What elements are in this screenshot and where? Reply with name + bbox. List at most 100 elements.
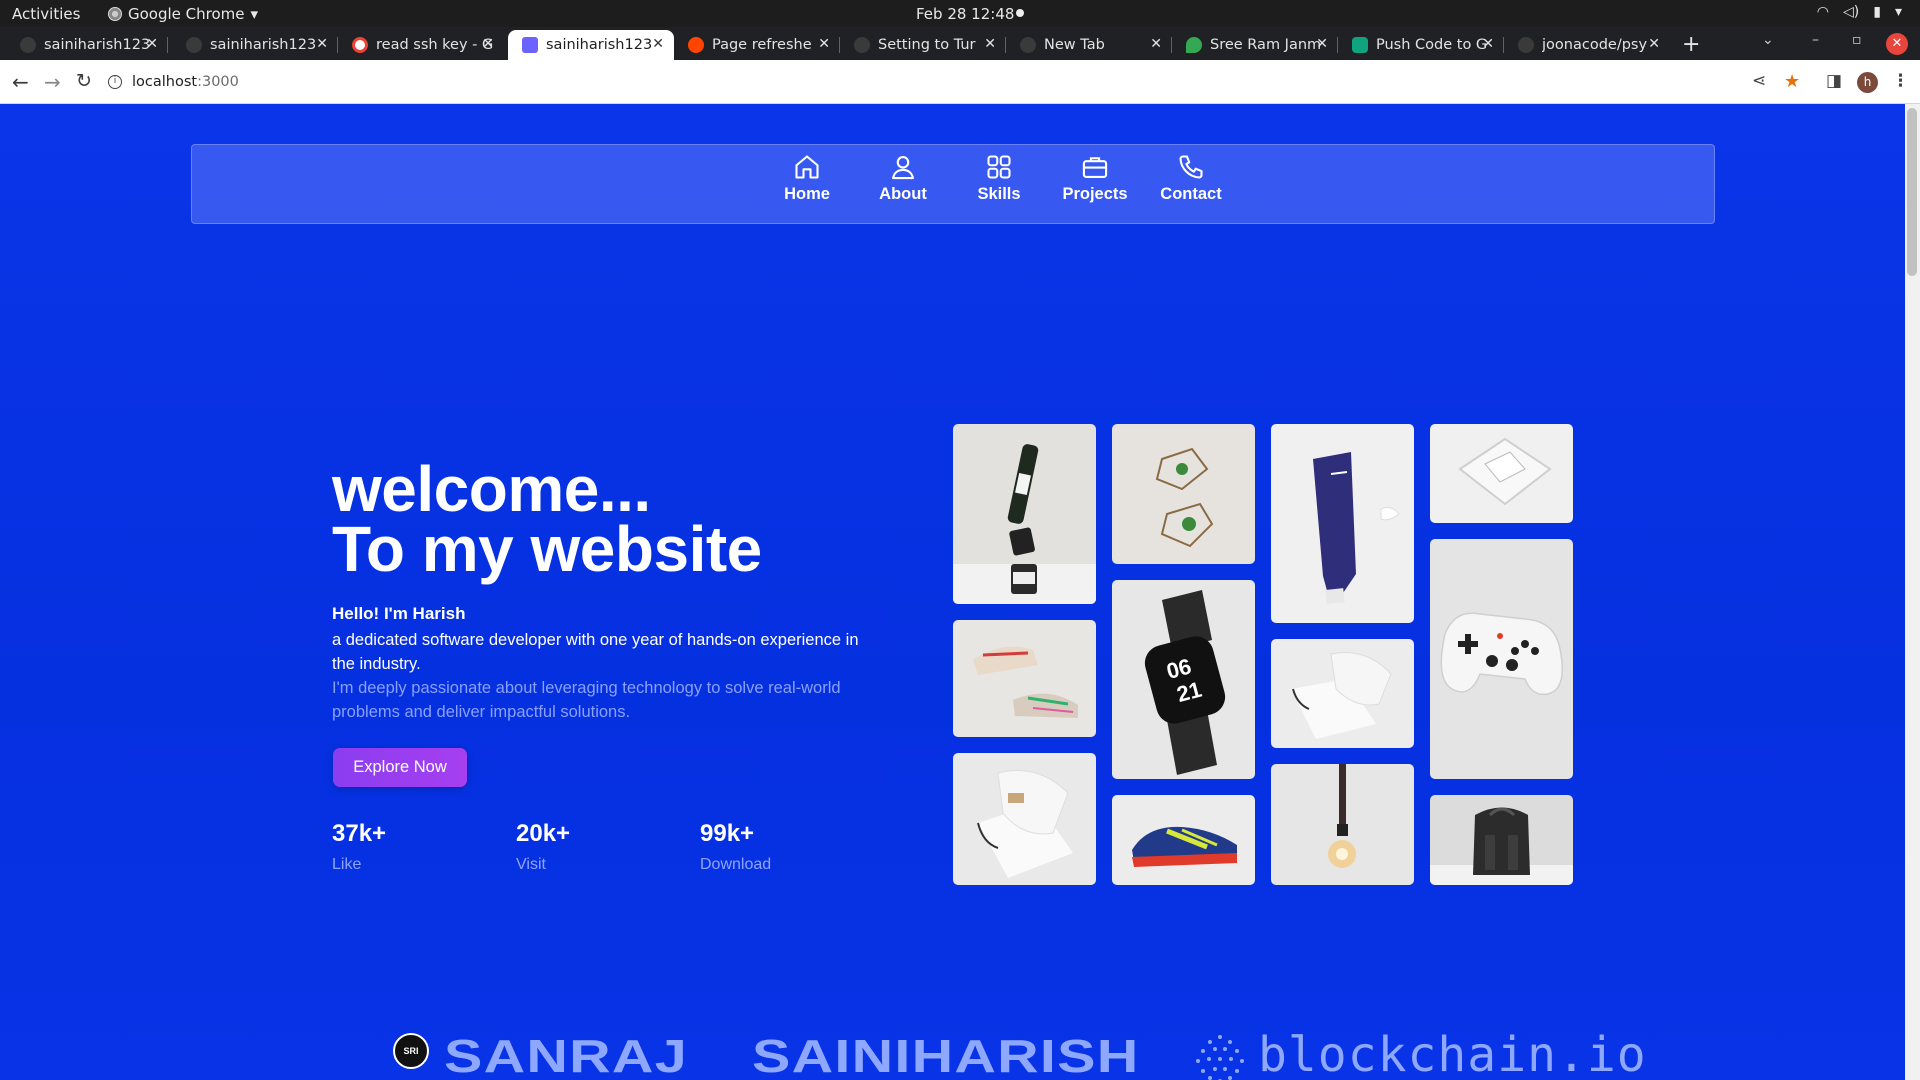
address-bar[interactable]: i localhost:3000 <box>108 68 1748 96</box>
scrollbar-thumb[interactable] <box>1907 108 1917 276</box>
tab-title: Push Code to G <box>1376 37 1488 53</box>
close-icon[interactable]: ✕ <box>1316 36 1328 52</box>
close-icon[interactable]: ✕ <box>984 36 996 52</box>
url-text: localhost:3000 <box>132 74 239 90</box>
game-controller-image[interactable] <box>1430 539 1573 779</box>
browser-tab[interactable]: read ssh key - G ✕ <box>338 30 504 60</box>
browser-tab[interactable]: New Tab ✕ <box>1006 30 1172 60</box>
close-icon[interactable]: ✕ <box>1482 36 1494 52</box>
close-window-icon[interactable]: ✕ <box>1886 33 1908 55</box>
volume-icon: ◁) <box>1843 4 1860 20</box>
nav-projects[interactable]: Projects <box>1050 153 1140 204</box>
browser-tab[interactable]: Setting to Tur ✕ <box>840 30 1006 60</box>
close-icon[interactable]: ✕ <box>818 36 830 52</box>
back-icon[interactable]: ← <box>12 70 29 94</box>
nav-contact[interactable]: Contact <box>1146 153 1236 204</box>
tray-caret-icon: ▾ <box>1894 4 1902 20</box>
close-icon[interactable]: ✕ <box>1150 36 1162 52</box>
reload-icon[interactable]: ↻ <box>76 70 92 92</box>
bookmark-star-icon[interactable]: ★ <box>1784 71 1800 92</box>
share-icon[interactable]: ⋖ <box>1752 71 1766 91</box>
tab-favicon-icon <box>688 37 704 53</box>
paper-bag-image[interactable] <box>953 753 1096 885</box>
cream-tube-image[interactable] <box>1271 424 1414 623</box>
tab-favicon-icon <box>854 37 870 53</box>
tab-favicon-icon <box>522 37 538 53</box>
site-info-icon[interactable]: i <box>108 75 122 89</box>
sri-badge-logo: SRI <box>393 1033 429 1069</box>
restore-icon[interactable]: ▫ <box>1852 32 1862 48</box>
close-icon[interactable]: ✕ <box>482 36 494 52</box>
tab-search-icon[interactable]: ⌄ <box>1762 32 1774 48</box>
hero-title-line1: welcome... <box>332 453 651 525</box>
tab-favicon-icon <box>1518 37 1534 53</box>
side-panel-icon[interactable]: ◨ <box>1826 71 1842 91</box>
recording-indicator-icon <box>1016 9 1024 17</box>
nav-skills[interactable]: Skills <box>954 153 1044 204</box>
pendant-lamp-image[interactable] <box>1271 764 1414 885</box>
smartwatch-image[interactable]: 06 21 <box>1112 580 1255 779</box>
nav-home[interactable]: Home <box>762 153 852 204</box>
close-icon[interactable]: ✕ <box>652 36 664 52</box>
kebab-menu-icon[interactable]: ⋮ <box>1892 71 1909 91</box>
sneakers-image[interactable] <box>953 620 1096 737</box>
browser-tab[interactable]: sainiharish123 ✕ <box>172 30 338 60</box>
tab-strip: sainiharish123 ✕ sainiharish123 ✕ read s… <box>0 27 1920 60</box>
brand-blockchain-logo: blockchain.io <box>1258 1027 1647 1080</box>
close-icon[interactable]: ✕ <box>146 36 158 52</box>
stat-visits: 20k+ Visit <box>516 820 570 874</box>
os-top-bar: Activities Google Chrome ▾ Feb 28 12:48 … <box>0 0 1920 27</box>
nav-label: Home <box>784 185 830 203</box>
app-name: Google Chrome <box>128 5 245 23</box>
forward-icon[interactable]: → <box>44 70 61 94</box>
clock[interactable]: Feb 28 12:48 <box>916 5 1014 23</box>
tab-title: read ssh key - G <box>376 37 494 53</box>
tab-favicon-icon <box>352 37 368 53</box>
hero-title: welcome... To my website <box>332 453 762 585</box>
plant-holders-image[interactable] <box>1112 424 1255 564</box>
tab-favicon-icon <box>1352 37 1368 53</box>
tab-favicon-icon <box>186 37 202 53</box>
blockchain-dots-icon <box>1196 1035 1244 1080</box>
caret-down-icon: ▾ <box>250 5 259 23</box>
browser-tab[interactable]: Sree Ram Janm ✕ <box>1172 30 1338 60</box>
minimize-icon[interactable]: – <box>1812 32 1819 48</box>
browser-tab[interactable]: Page refreshe ✕ <box>674 30 840 60</box>
stat-downloads: 99k+ Download <box>700 820 771 874</box>
browser-tab[interactable]: sainiharish123 ✕ <box>6 30 168 60</box>
stat-label: Download <box>700 856 772 873</box>
close-icon[interactable]: ✕ <box>316 36 328 52</box>
new-tab-button[interactable]: + <box>1682 32 1700 57</box>
stat-value: 37k+ <box>332 820 387 847</box>
user-icon <box>892 156 914 180</box>
wifi-icon: ◠ <box>1816 4 1830 20</box>
tab-title: Sree Ram Janm <box>1210 37 1322 53</box>
hero-title-line2: To my website <box>332 513 762 585</box>
tab-favicon-icon <box>1186 37 1202 53</box>
tab-favicon-icon <box>20 37 36 53</box>
browser-tab[interactable]: Push Code to G ✕ <box>1338 30 1504 60</box>
close-icon[interactable]: ✕ <box>1648 36 1660 52</box>
profile-avatar[interactable]: h <box>1857 72 1878 93</box>
bottles-image[interactable] <box>953 424 1096 604</box>
backpack-image[interactable] <box>1430 795 1573 885</box>
stat-value: 99k+ <box>700 820 755 847</box>
nav-label: Contact <box>1160 185 1222 203</box>
browser-tab[interactable]: joonacode/psy ✕ <box>1504 30 1670 60</box>
grid-icon <box>987 155 1011 179</box>
pouch-image[interactable] <box>1271 639 1414 748</box>
browser-tab-active[interactable]: sainiharish123 ✕ <box>508 30 674 60</box>
running-shoe-image[interactable] <box>1112 795 1255 885</box>
stat-likes: 37k+ Like <box>332 820 386 874</box>
nav-about[interactable]: About <box>858 153 948 204</box>
activities-button[interactable]: Activities <box>12 5 80 23</box>
glass-box-image[interactable] <box>1430 424 1573 523</box>
brand-sanraj-logo: SANRAJ <box>444 1030 688 1080</box>
browser-toolbar: ← → ↻ i localhost:3000 ⋖ ★ ◨ h ⋮ <box>0 60 1920 104</box>
system-tray[interactable]: ◠ ◁) ▮ ▾ <box>1817 4 1902 20</box>
app-menu[interactable]: Google Chrome ▾ <box>108 5 258 23</box>
brand-logos-strip: SRI SANRAJ SAINIHARISH blockchain.io <box>0 1019 1905 1080</box>
site-nav: Home About Skills Projects Contact <box>191 144 1715 224</box>
tab-title: joonacode/psy <box>1542 37 1648 53</box>
explore-now-button[interactable]: Explore Now <box>333 748 467 787</box>
